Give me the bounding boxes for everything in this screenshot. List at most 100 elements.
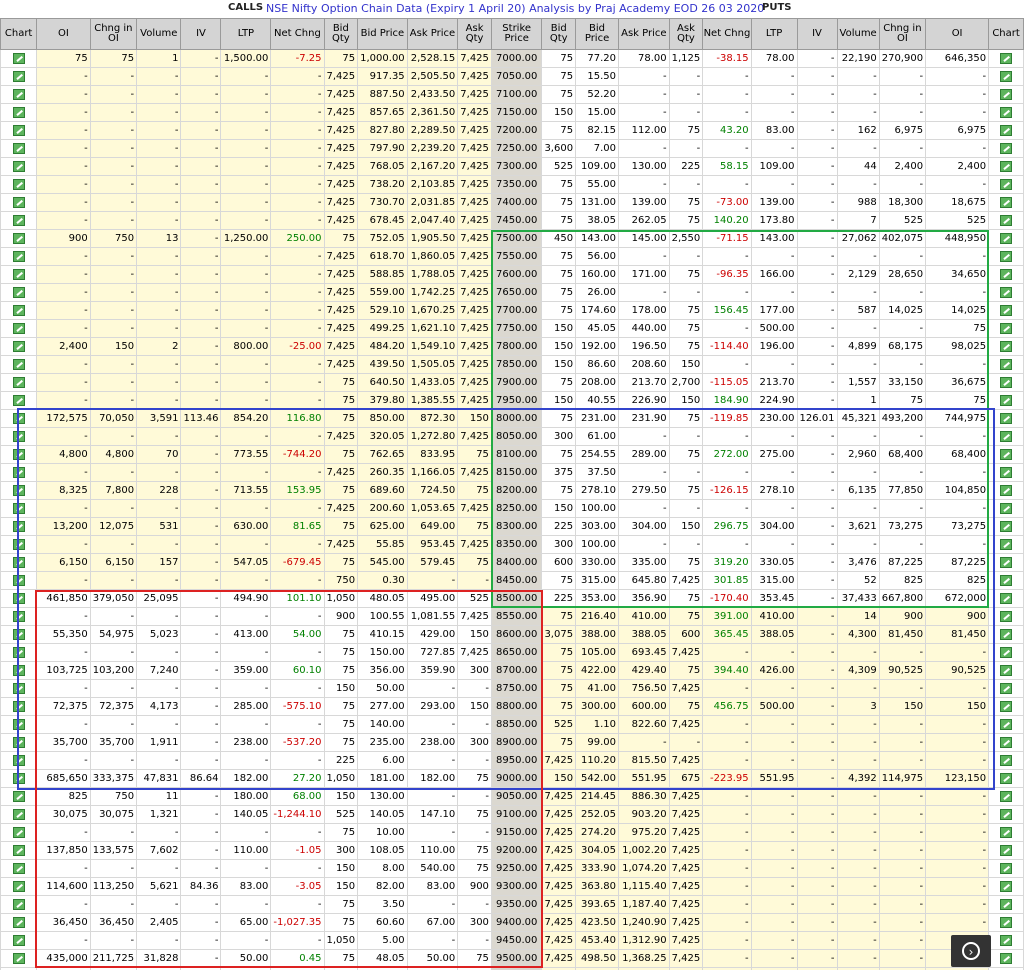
- chart-button[interactable]: [988, 715, 1024, 734]
- chart-button[interactable]: [0, 949, 38, 968]
- chart-button[interactable]: [0, 247, 38, 266]
- chart-button[interactable]: [988, 517, 1024, 536]
- chart-button[interactable]: [988, 409, 1024, 428]
- chart-button[interactable]: [988, 823, 1024, 842]
- chart-button[interactable]: [988, 481, 1024, 500]
- column-header[interactable]: Ask Price: [618, 18, 670, 50]
- chart-button[interactable]: [0, 337, 38, 356]
- column-header[interactable]: OI: [925, 18, 990, 50]
- column-header[interactable]: Ask Qty: [668, 18, 704, 50]
- column-header[interactable]: LTP: [220, 18, 272, 50]
- column-header[interactable]: Bid Qty: [323, 18, 359, 50]
- chart-button[interactable]: [988, 373, 1024, 392]
- chart-button[interactable]: [988, 247, 1024, 266]
- column-header[interactable]: OI: [36, 18, 91, 50]
- chart-button[interactable]: [0, 697, 38, 716]
- chart-button[interactable]: [988, 355, 1024, 374]
- chart-button[interactable]: [988, 535, 1024, 554]
- chart-button[interactable]: [0, 265, 38, 284]
- chart-button[interactable]: [988, 589, 1024, 608]
- chart-button[interactable]: [0, 373, 38, 392]
- column-header[interactable]: Ask Price: [406, 18, 459, 50]
- chart-button[interactable]: [988, 931, 1024, 950]
- chart-button[interactable]: [988, 661, 1024, 680]
- chart-button[interactable]: [0, 463, 38, 482]
- chart-button[interactable]: [988, 607, 1024, 626]
- chart-button[interactable]: [988, 751, 1024, 770]
- chart-button[interactable]: [0, 769, 38, 788]
- chart-button[interactable]: [988, 679, 1024, 698]
- chart-button[interactable]: [988, 499, 1024, 518]
- chart-button[interactable]: [0, 355, 38, 374]
- chart-button[interactable]: [0, 445, 38, 464]
- chart-button[interactable]: [0, 913, 38, 932]
- chart-button[interactable]: [0, 733, 38, 752]
- chart-button[interactable]: [0, 589, 38, 608]
- chart-button[interactable]: [0, 193, 38, 212]
- chart-button[interactable]: [988, 193, 1024, 212]
- chart-button[interactable]: [0, 607, 38, 626]
- chart-button[interactable]: [0, 283, 38, 302]
- chart-button[interactable]: [988, 211, 1024, 230]
- chart-button[interactable]: [0, 751, 38, 770]
- chart-button[interactable]: [0, 103, 38, 122]
- chart-button[interactable]: [988, 841, 1024, 860]
- chart-button[interactable]: [0, 625, 38, 644]
- chart-button[interactable]: [988, 139, 1024, 158]
- chart-button[interactable]: [0, 427, 38, 446]
- column-header[interactable]: Net Chng: [270, 18, 325, 50]
- chart-button[interactable]: [0, 229, 38, 248]
- chart-button[interactable]: [0, 553, 38, 572]
- chart-button[interactable]: [0, 787, 38, 806]
- column-header[interactable]: Net Chng: [702, 18, 752, 50]
- chart-button[interactable]: [988, 571, 1024, 590]
- chart-button[interactable]: [0, 211, 38, 230]
- column-header[interactable]: Volume: [136, 18, 182, 50]
- column-header[interactable]: Volume: [836, 18, 880, 50]
- chart-button[interactable]: [0, 517, 38, 536]
- chart-button[interactable]: [988, 553, 1024, 572]
- chart-button[interactable]: [988, 877, 1024, 896]
- chart-button[interactable]: [0, 139, 38, 158]
- chart-button[interactable]: [0, 175, 38, 194]
- chart-button[interactable]: [988, 787, 1024, 806]
- chart-button[interactable]: [988, 229, 1024, 248]
- chart-button[interactable]: [0, 715, 38, 734]
- chart-button[interactable]: [988, 175, 1024, 194]
- chart-button[interactable]: [0, 571, 38, 590]
- chart-button[interactable]: [988, 445, 1024, 464]
- chart-button[interactable]: [988, 859, 1024, 878]
- chart-button[interactable]: [0, 499, 38, 518]
- chart-button[interactable]: [988, 157, 1024, 176]
- column-header[interactable]: Chart: [0, 18, 38, 50]
- chart-button[interactable]: [988, 949, 1024, 968]
- chart-button[interactable]: [988, 301, 1024, 320]
- chart-button[interactable]: [0, 121, 38, 140]
- chart-button[interactable]: [0, 859, 38, 878]
- chart-button[interactable]: [0, 409, 38, 428]
- chart-button[interactable]: [0, 895, 38, 914]
- column-header[interactable]: Ask Qty: [457, 18, 492, 50]
- column-header[interactable]: IV: [796, 18, 838, 50]
- chart-button[interactable]: [0, 805, 38, 824]
- chart-button[interactable]: [0, 841, 38, 860]
- chart-button[interactable]: [988, 319, 1024, 338]
- chart-button[interactable]: [0, 481, 38, 500]
- chart-button[interactable]: [0, 661, 38, 680]
- chart-button[interactable]: [988, 913, 1024, 932]
- chart-button[interactable]: [988, 625, 1024, 644]
- chart-button[interactable]: [0, 643, 38, 662]
- chart-button[interactable]: [988, 337, 1024, 356]
- chart-button[interactable]: [0, 319, 38, 338]
- chart-button[interactable]: [0, 823, 38, 842]
- chart-button[interactable]: [0, 391, 38, 410]
- column-header[interactable]: Bid Price: [575, 18, 620, 50]
- column-header[interactable]: Chng in OI: [89, 18, 138, 50]
- chart-button[interactable]: [988, 733, 1024, 752]
- chart-button[interactable]: [0, 157, 38, 176]
- chart-button[interactable]: [0, 301, 38, 320]
- column-header[interactable]: Bid Qty: [541, 18, 577, 50]
- column-header[interactable]: Strike Price: [490, 18, 543, 50]
- chart-button[interactable]: [988, 103, 1024, 122]
- column-header[interactable]: IV: [180, 18, 222, 50]
